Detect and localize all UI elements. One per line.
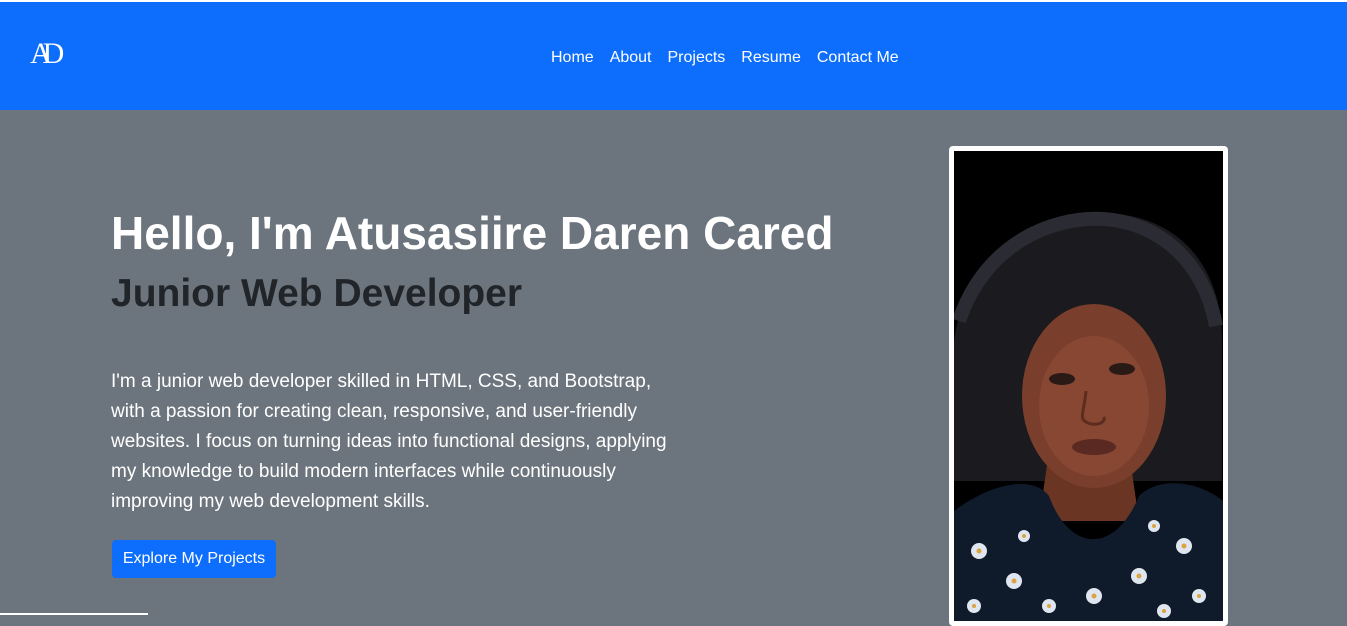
nav-link-resume[interactable]: Resume [741, 47, 801, 69]
main-nav: Home About Projects Resume Contact Me [551, 47, 915, 69]
nav-link-about[interactable]: About [610, 47, 652, 69]
hero-title: Hello, I'm Atusasiire Daren Cared [111, 207, 834, 259]
navbar: AD Home About Projects Resume Contact Me [0, 0, 1347, 110]
logo-text: AD [30, 37, 64, 70]
nav-link-home[interactable]: Home [551, 47, 594, 69]
profile-photo [954, 151, 1223, 621]
nav-link-contact[interactable]: Contact Me [817, 47, 899, 69]
hero-description: I'm a junior web developer skilled in HT… [111, 371, 667, 512]
hero-subtitle: Junior Web Developer [111, 272, 523, 315]
explore-projects-button[interactable]: Explore My Projects [112, 540, 276, 578]
profile-photo-frame [949, 146, 1228, 626]
nav-link-projects[interactable]: Projects [668, 47, 726, 69]
logo[interactable]: AD [30, 32, 74, 76]
